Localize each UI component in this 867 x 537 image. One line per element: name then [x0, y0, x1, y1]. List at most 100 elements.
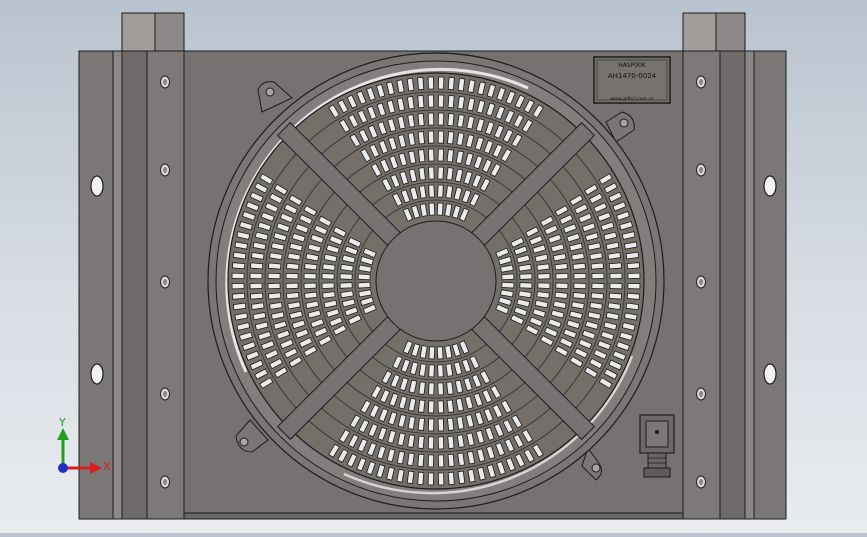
- grille-slot: [447, 113, 455, 127]
- rail-hole-inner: [163, 391, 167, 397]
- grille-slot: [285, 282, 299, 290]
- grille-slot: [536, 263, 550, 271]
- grille-slot: [427, 94, 435, 108]
- grille-slot: [231, 282, 245, 290]
- grille-slot: [519, 273, 533, 280]
- grille-slot: [437, 382, 444, 396]
- grille-slot: [573, 272, 587, 280]
- grille-slot: [321, 273, 335, 280]
- grille-slot: [609, 272, 623, 280]
- cad-viewport[interactable]: HASP00K AH1470-0024 www.jadhcl.com.cn Y …: [0, 0, 867, 533]
- grille-slot: [437, 166, 444, 180]
- grille-slot: [625, 251, 640, 260]
- grille-slot: [417, 131, 425, 145]
- grille-slot: [437, 400, 445, 414]
- grille-slot: [428, 364, 435, 378]
- grille-slot: [417, 435, 425, 449]
- grille-slot: [437, 472, 445, 486]
- side-slot-hole: [763, 363, 777, 385]
- grille-slot: [447, 76, 455, 91]
- grille-slot: [406, 77, 415, 92]
- grille-slot: [427, 76, 435, 90]
- grille-slot: [417, 471, 425, 486]
- grille-slot: [437, 94, 445, 108]
- grille-slot: [572, 262, 586, 270]
- grille-slot: [608, 262, 622, 270]
- grille-slot: [267, 282, 281, 290]
- grille-slot: [417, 76, 425, 91]
- grille-slot: [286, 262, 300, 270]
- grille-slot: [447, 95, 455, 109]
- grille-slot: [231, 262, 246, 270]
- grille-slot: [457, 470, 466, 485]
- grille-slot: [357, 273, 371, 281]
- grille-slot: [250, 262, 264, 270]
- nameplate-line3: www.jadhcl.com.cn: [610, 96, 653, 102]
- grille-slot: [501, 273, 515, 281]
- grille-slot: [417, 399, 426, 413]
- rail-hole-inner: [699, 479, 703, 485]
- grille-slot: [591, 272, 605, 280]
- cad-drawing[interactable]: HASP00K AH1470-0024 www.jadhcl.com.cn Y …: [0, 0, 867, 533]
- grille-slot: [428, 184, 435, 198]
- rail-hole-inner: [163, 79, 167, 85]
- grille-slot: [428, 346, 436, 360]
- grille-slot: [437, 184, 444, 198]
- grille-slot: [321, 282, 335, 289]
- grille-slot: [437, 76, 445, 90]
- rail-hole-inner: [163, 479, 167, 485]
- grille-slot: [537, 273, 551, 280]
- grille-slot: [554, 291, 568, 300]
- grille-slot: [418, 381, 426, 395]
- grille-slot: [250, 292, 264, 300]
- grille-slot: [339, 282, 353, 289]
- nameplate: HASP00K AH1470-0024 www.jadhcl.com.cn: [593, 56, 671, 104]
- grille-slot: [447, 417, 455, 431]
- grille-slot: [436, 202, 444, 216]
- grille-slot: [607, 302, 621, 311]
- grille-slot: [437, 130, 445, 144]
- grille-slot: [268, 262, 282, 270]
- grille-slot: [232, 251, 247, 260]
- grille-slot: [417, 95, 425, 109]
- rail-hole-inner: [163, 167, 167, 173]
- grille-slot: [626, 292, 641, 300]
- grille-slot: [303, 282, 317, 290]
- grille-slot: [417, 149, 426, 163]
- grille-slot: [268, 292, 282, 300]
- grille-slot: [437, 454, 445, 468]
- grille-slot: [322, 291, 336, 299]
- side-slot-hole: [90, 363, 104, 385]
- grille-slot: [339, 273, 353, 280]
- grille-slot: [437, 112, 445, 126]
- grille-slot: [572, 292, 586, 300]
- grille-slot: [446, 381, 454, 395]
- rail-hole-inner: [699, 279, 703, 285]
- grille-slot: [249, 282, 263, 290]
- rail-hole-inner: [699, 391, 703, 397]
- fan-hub: [375, 220, 497, 342]
- grille-slot: [427, 418, 435, 432]
- grille-slot: [519, 282, 533, 289]
- grille-slot: [555, 272, 569, 280]
- top-mounting-tabs: [121, 12, 746, 52]
- rail-hole-inner: [163, 279, 167, 285]
- grille-slot: [428, 382, 435, 396]
- grille-slot: [267, 272, 281, 280]
- grille-slot: [446, 399, 455, 413]
- grille-slot: [427, 472, 435, 486]
- grille-slot: [417, 417, 425, 431]
- triad-y-label: Y: [58, 416, 66, 429]
- grille-slot: [437, 364, 444, 378]
- grille-slot: [303, 272, 317, 280]
- side-slot-hole: [90, 175, 104, 197]
- grille-slot: [304, 291, 318, 300]
- grille-slot: [536, 291, 550, 299]
- grille-slot: [427, 436, 435, 450]
- grille-slot: [427, 400, 435, 414]
- grille-slot: [457, 96, 466, 110]
- grille-slot: [554, 262, 568, 271]
- grille-slot: [437, 436, 445, 450]
- grille-slot: [251, 251, 265, 260]
- grille-slot: [625, 302, 640, 311]
